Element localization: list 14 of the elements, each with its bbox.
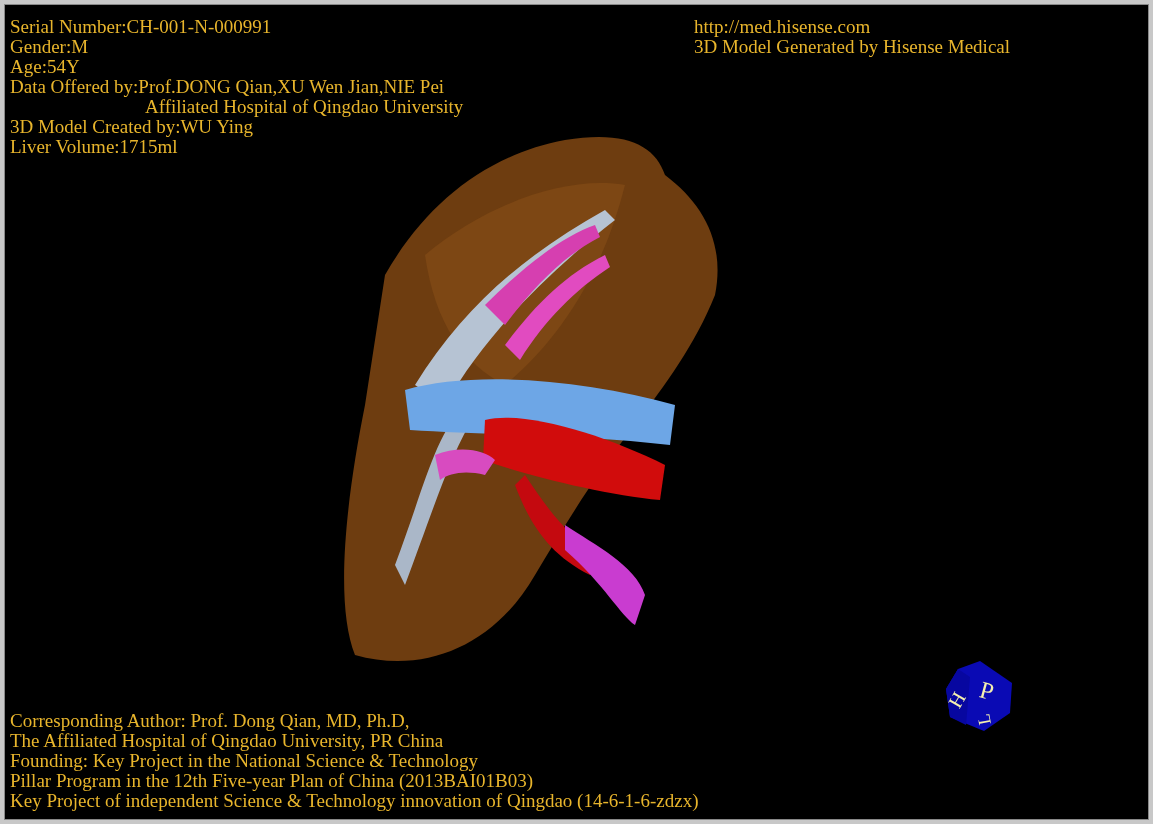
credit-text: Key Project of independent Science & Technology innovation of Qingdao (14-6-1-6-zdzx) [10,791,699,811]
credit-text: Pillar Program in the 12th Five-year Plan of China (2013BAI01B03) [10,771,533,791]
generator-text: 3D Model Generated by Hisense Medical [694,37,1011,57]
credit-text: Founding: Key Project in the National Science & Technology [10,751,478,771]
info-text: Gender:M [10,37,89,57]
info-text: Affiliated Hospital of Qingdao University [145,97,464,117]
info-text: Liver Volume:1715ml [10,137,178,157]
info-text: Serial Number:CH-001-N-000991 [10,17,272,37]
info-text: Data Offered by:Prof.DONG Qian,XU Wen Jian,NIE Pei [10,77,445,97]
info-text: Age:54Y [10,57,80,77]
website-link[interactable]: http://med.hisense.com [694,17,871,37]
info-text: 3D Model Created by:WU Ying [10,117,254,137]
credit-text: The Affiliated Hospital of Qingdao University, PR China [10,731,444,751]
credit-text: Corresponding Author: Prof. Dong Qian, MD, Ph.D, [10,711,410,731]
